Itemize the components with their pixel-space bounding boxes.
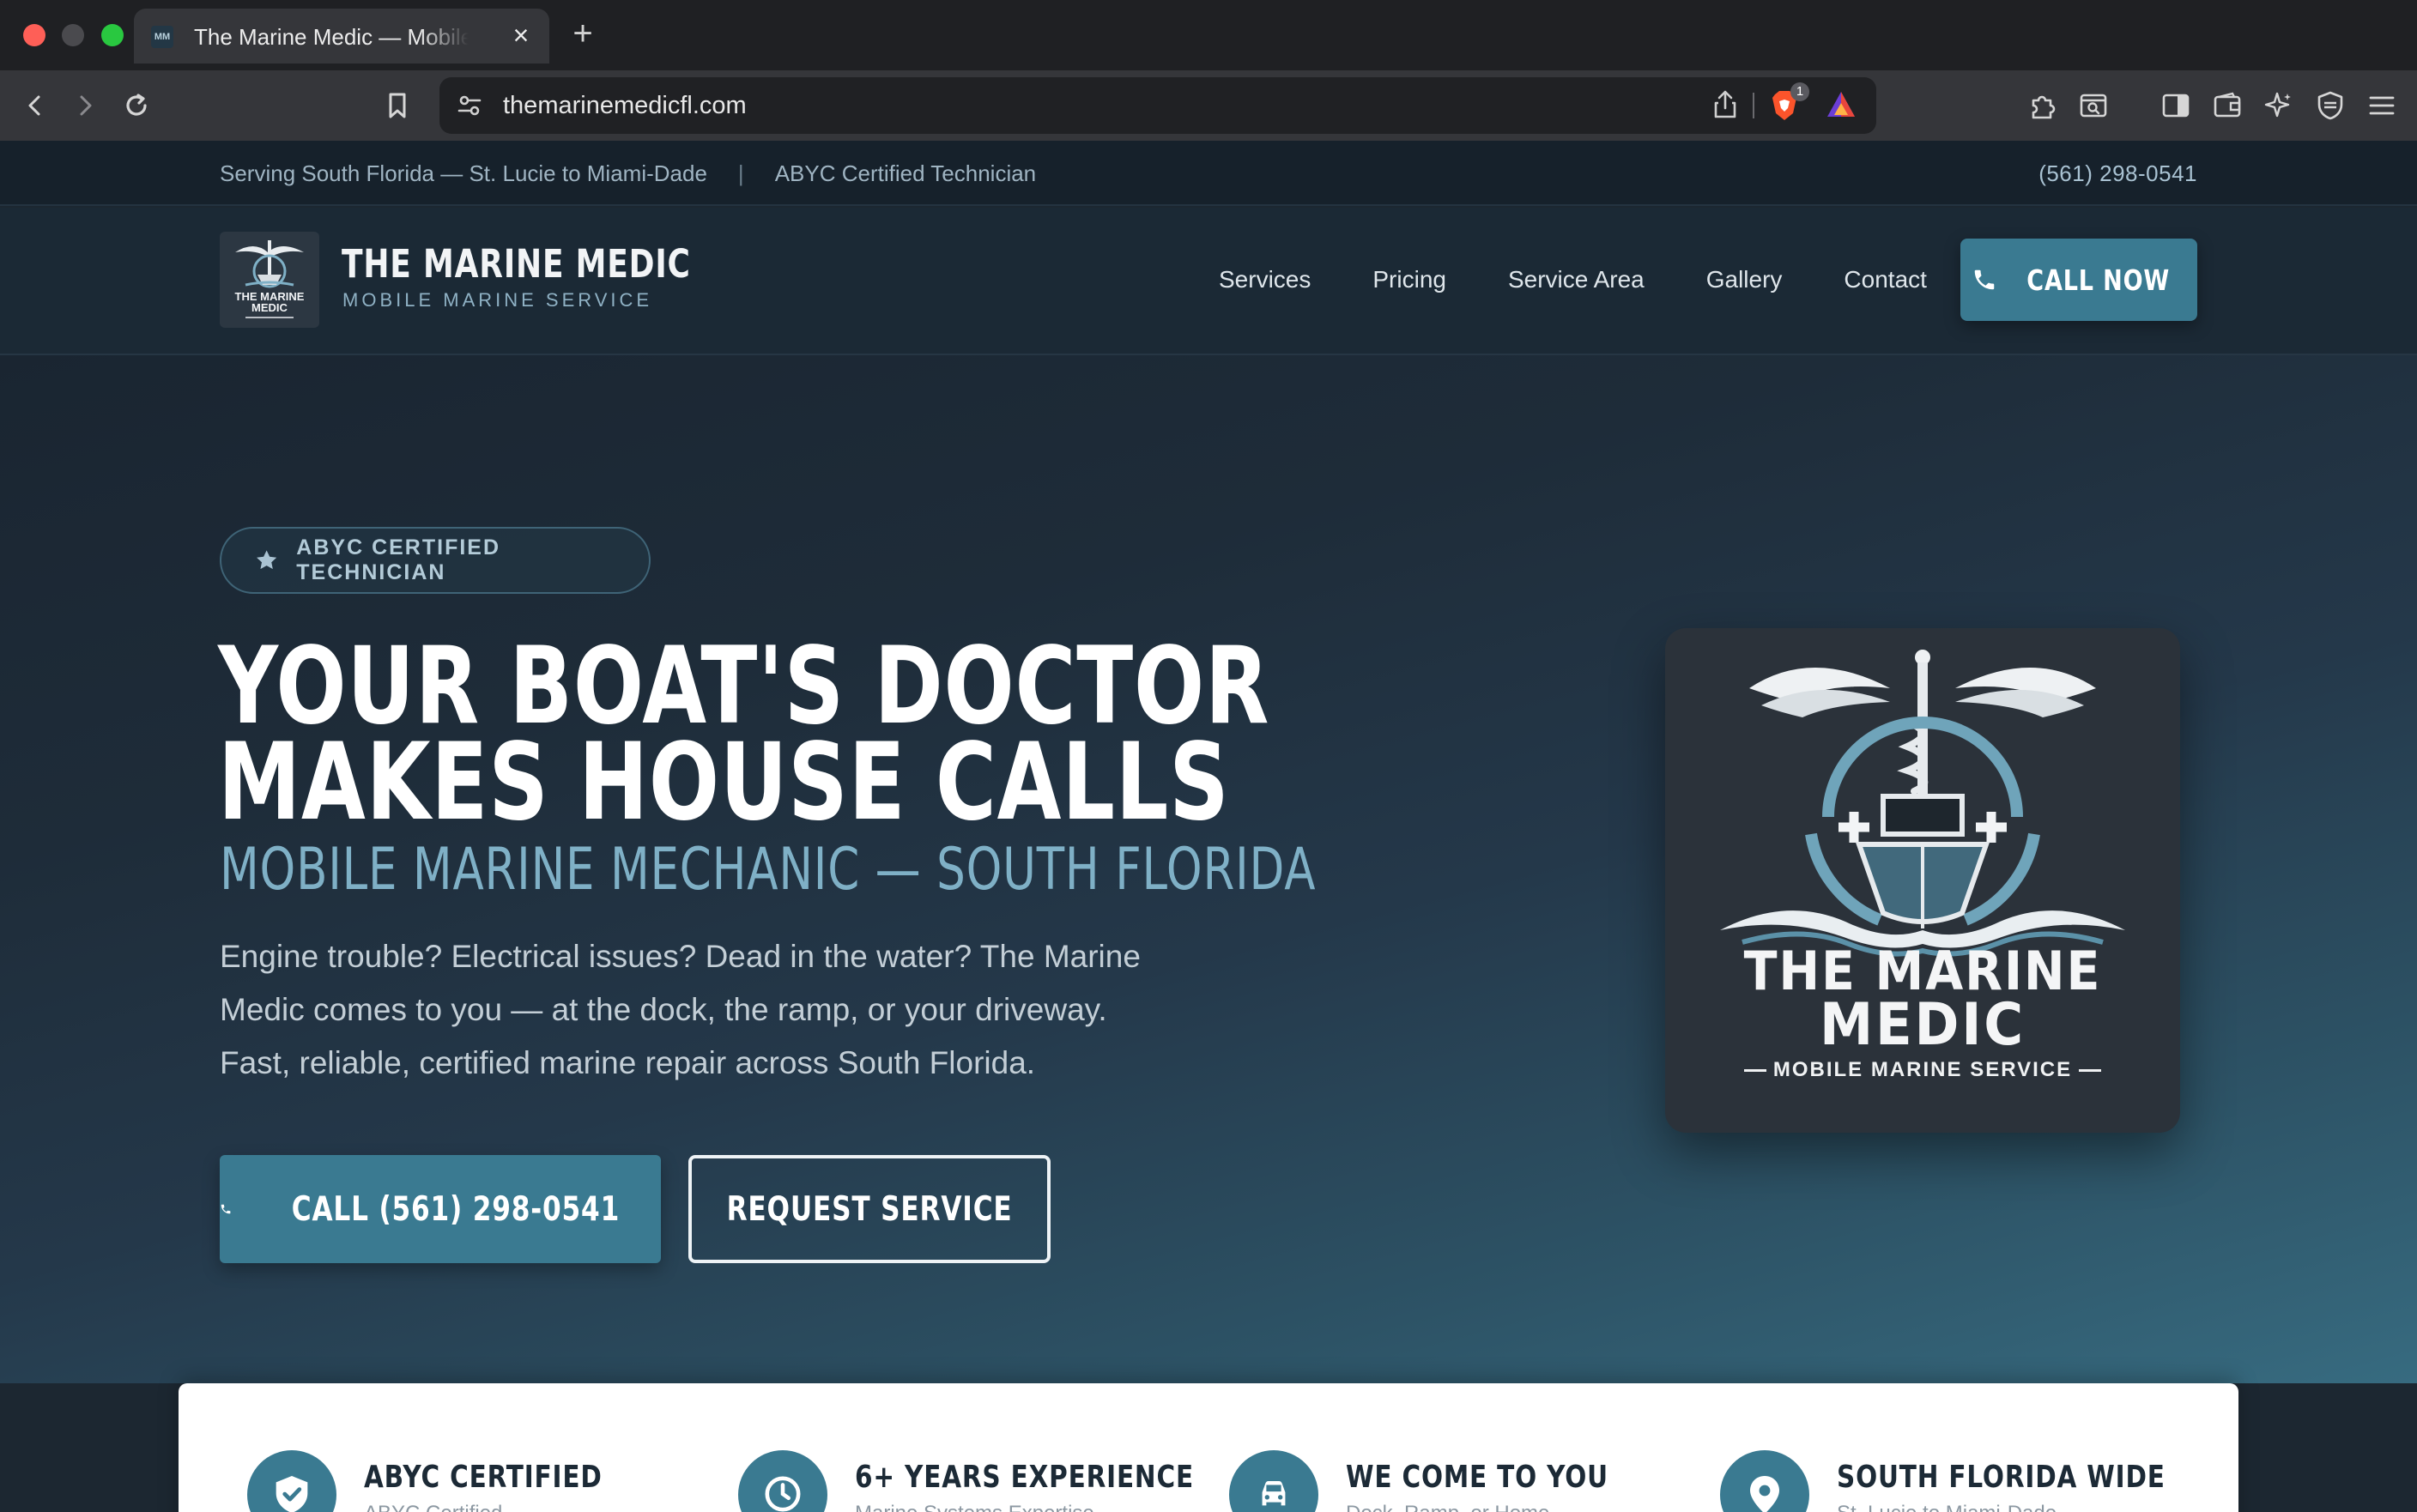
site-settings-icon[interactable] — [455, 91, 484, 120]
feature-description: Marine Systems Expertise — [855, 1497, 1269, 1512]
puzzle-icon — [2032, 95, 2056, 119]
nav-services[interactable]: Services — [1219, 261, 1311, 299]
hero-headline-line-2: MAKES HOUSE CALLS — [218, 721, 1230, 844]
badge-label: ABYC CERTIFIED TECHNICIAN — [296, 535, 501, 584]
hero-logo-card: THE MARINE MEDIC MOBILE MARINE SERVICE — [1665, 628, 2180, 1133]
call-phone-label: CALL (561) 298-0541 — [291, 1189, 621, 1229]
star-icon — [257, 550, 277, 570]
search-window-icon — [2080, 94, 2107, 118]
page-search-button[interactable] — [2070, 82, 2117, 129]
call-now-button[interactable]: CALL NOW — [1960, 239, 2197, 321]
address-bar[interactable]: themarinemedicfl.com 1 — [439, 77, 1876, 134]
feature-title: WE COME TO YOU — [1346, 1460, 1608, 1495]
brand-name[interactable]: THE MARINE MEDIC — [342, 242, 691, 287]
call-phone-button[interactable]: CALL (561) 298-0541 — [220, 1155, 661, 1263]
tab-title: The Marine Medic — Mobile Marine Service — [194, 24, 469, 50]
hamburger-menu-icon — [2369, 96, 2395, 115]
service-area-text: Serving South Florida — St. Lucie to Mia… — [220, 160, 707, 186]
brave-shields-count: 1 — [1790, 82, 1809, 101]
car-icon — [1229, 1450, 1318, 1512]
nav-service-area[interactable]: Service Area — [1508, 261, 1645, 299]
bookmark-button[interactable] — [374, 82, 421, 129]
sparkle-icon — [2264, 92, 2291, 118]
certification-badge: ABYC CERTIFIED TECHNICIAN — [220, 527, 651, 594]
request-service-label: REQUEST SERVICE — [726, 1189, 1013, 1229]
chevron-left-icon — [28, 95, 40, 116]
svg-text:MEDIC: MEDIC — [251, 301, 288, 314]
shield-check-icon — [247, 1450, 336, 1512]
url-text[interactable]: themarinemedicfl.com — [503, 89, 747, 122]
brand-logo[interactable]: THE MARINE MEDIC — [220, 232, 319, 328]
sidebar-button[interactable] — [2153, 82, 2199, 129]
site-top-strip: Serving South Florida — St. Lucie to Mia… — [0, 141, 2417, 206]
brave-rewards-icon[interactable] — [1825, 89, 1857, 120]
vpn-button[interactable] — [2307, 82, 2353, 129]
shield-icon — [2317, 91, 2343, 120]
certification-text: ABYC Certified Technician — [774, 160, 1037, 186]
hero-subheadline: MOBILE MARINE MECHANIC — SOUTH FLORIDA — [220, 836, 1317, 904]
logo-card-subtitle-text: MOBILE MARINE SERVICE — [1772, 1058, 2073, 1081]
wallet-icon — [2214, 92, 2241, 118]
nav-contact[interactable]: Contact — [1844, 261, 1927, 299]
top-strip-info: Serving South Florida — St. Lucie to Mia… — [220, 158, 1036, 189]
top-strip-separator: | — [737, 160, 744, 186]
browser-tab-active[interactable]: MM The Marine Medic — Mobile Marine Serv… — [134, 9, 549, 64]
extensions-button[interactable] — [2020, 82, 2067, 129]
logo-card-title-2: MEDIC — [1820, 991, 2026, 1059]
hero-headline: YOUR BOAT'S DOCTOR MAKES HOUSE CALLS — [218, 633, 1269, 844]
logo-card-subtitle: MOBILE MARINE SERVICE — [1665, 1057, 2180, 1083]
hero-section: ABYC CERTIFIED TECHNICIAN YOUR BOAT'S DO… — [0, 355, 2417, 1383]
feature-abyc-certified: ABYC CERTIFIED ABYC Certified — [247, 1450, 655, 1512]
feature-we-come-to-you: WE COME TO YOU Dock, Ramp, or Home — [1229, 1450, 1666, 1512]
browser-toolbar: themarinemedicfl.com 1 — [0, 70, 2417, 189]
brand-tagline: MOBILE MARINE SERVICE — [342, 289, 653, 311]
wallet-button[interactable] — [2204, 82, 2250, 129]
phone-icon — [1975, 269, 1995, 290]
window-minimize-button[interactable] — [62, 24, 84, 46]
clock-icon — [738, 1450, 827, 1512]
reload-icon — [126, 94, 147, 116]
map-pin-icon — [1720, 1450, 1809, 1512]
feature-description: St. Lucie to Miami-Dade — [1837, 1497, 2238, 1512]
feature-title: 6+ YEARS EXPERIENCE — [855, 1460, 1194, 1495]
browser-tab-bar: MM The Marine Medic — Mobile Marine Serv… — [0, 0, 2417, 70]
reload-button[interactable] — [113, 82, 160, 129]
top-phone-link[interactable]: (561) 298-0541 — [2038, 158, 2197, 189]
feature-description: Dock, Ramp, or Home — [1346, 1497, 1666, 1512]
leo-ai-button[interactable] — [2256, 82, 2302, 129]
nav-pricing[interactable]: Pricing — [1372, 261, 1446, 299]
feature-description: ABYC Certified — [364, 1497, 655, 1512]
back-button[interactable] — [12, 82, 58, 129]
feature-title: SOUTH FLORIDA WIDE — [1837, 1460, 2166, 1495]
window-maximize-button[interactable] — [101, 24, 124, 46]
menu-button[interactable] — [2359, 82, 2405, 129]
bookmark-icon — [389, 93, 406, 118]
hero-description: Engine trouble? Electrical issues? Dead … — [220, 939, 1141, 1080]
feature-south-florida: SOUTH FLORIDA WIDE St. Lucie to Miami-Da… — [1720, 1450, 2238, 1512]
sidebar-icon — [2162, 94, 2190, 118]
main-nav: Services Pricing Service Area Gallery Co… — [1219, 261, 1927, 299]
feature-experience: 6+ YEARS EXPERIENCE Marine Systems Exper… — [738, 1450, 1269, 1512]
chevron-right-icon — [80, 95, 92, 116]
forward-button[interactable] — [62, 82, 108, 129]
call-now-label: CALL NOW — [2026, 263, 2171, 297]
feature-title: ABYC CERTIFIED — [364, 1460, 603, 1495]
window-close-button[interactable] — [23, 24, 45, 46]
request-service-button[interactable]: REQUEST SERVICE — [688, 1155, 1051, 1263]
tab-close-icon[interactable]: × — [508, 21, 534, 50]
new-tab-button[interactable]: + — [568, 12, 597, 55]
tab-favicon-icon: MM — [151, 26, 173, 48]
nav-gallery[interactable]: Gallery — [1706, 261, 1783, 299]
share-icon[interactable] — [1711, 89, 1739, 120]
caduceus-logo-icon: THE MARINE MEDIC — [235, 240, 305, 318]
site-header: THE MARINE MEDIC THE MARINE MEDIC MOBILE… — [0, 208, 2417, 355]
address-bar-divider — [1753, 93, 1754, 118]
phone-icon — [221, 1204, 231, 1214]
features-strip: ABYC CERTIFIED ABYC Certified 6+ YEARS E… — [179, 1383, 2238, 1512]
